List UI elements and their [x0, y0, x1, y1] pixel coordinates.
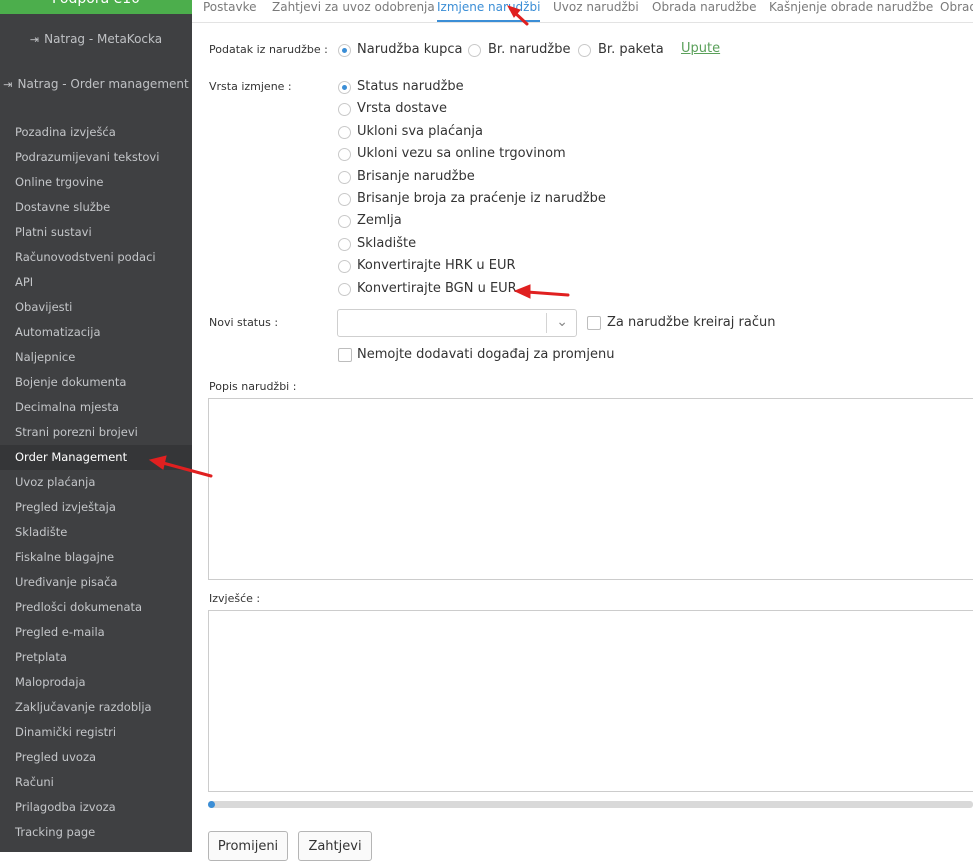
sidebar-item-obavijesti[interactable]: Obavijesti	[0, 295, 192, 320]
radio-change-type-9[interactable]	[338, 282, 351, 296]
radio-change-type-label: Ukloni vezu sa online trgovinom	[357, 146, 566, 162]
progress-indicator	[208, 801, 215, 808]
sidebar-item-dinami-ki-registri[interactable]: Dinamički registri	[0, 720, 192, 745]
sidebar-item-pozadina-izvje-a[interactable]: Pozadina izvješća	[0, 120, 192, 145]
exit-icon: ⇥	[3, 78, 13, 91]
sidebar-item-prilagodba-izvoza[interactable]: Prilagodba izvoza	[0, 795, 192, 820]
sidebar-item-tracking-page[interactable]: Tracking page	[0, 820, 192, 845]
radio-source-number[interactable]	[468, 44, 481, 57]
sidebar-item-uvoz-pla-anja[interactable]: Uvoz plaćanja	[0, 470, 192, 495]
sidebar-item-fiskalne-blagajne[interactable]: Fiskalne blagajne	[0, 545, 192, 570]
tab-postavke[interactable]: Postavke	[203, 0, 256, 14]
tab-uvoz-narudzbi[interactable]: Uvoz narudžbi	[553, 0, 639, 14]
create-invoice-label: Za narudžbe kreiraj račun	[607, 315, 776, 330]
radio-source-order[interactable]	[338, 44, 351, 57]
radio-change-type-label: Zemlja	[357, 213, 402, 229]
order-list-label: Popis narudžbi :	[209, 380, 297, 393]
report-label: Izvješće :	[209, 592, 261, 605]
sidebar-item-maloprodaja[interactable]: Maloprodaja	[0, 670, 192, 695]
no-event-label: Nemojte dodavati događaj za promjenu	[357, 347, 615, 362]
sidebar-item-automatizacija[interactable]: Automatizacija	[0, 320, 192, 345]
no-event-checkbox[interactable]	[338, 348, 352, 362]
radio-source-order-label: Narudžba kupca	[357, 42, 463, 57]
sidebar-item-ra-uni[interactable]: Računi	[0, 770, 192, 795]
change-type-label: Vrsta izmjene :	[209, 80, 292, 93]
radio-change-type-4[interactable]	[338, 170, 351, 184]
sidebar-item-ra-unovodstveni-podaci[interactable]: Računovodstveni podaci	[0, 245, 192, 270]
radio-change-type-label: Vrsta dostave	[357, 101, 447, 117]
radio-change-type-6[interactable]	[338, 215, 351, 229]
sidebar-item-strani-porezni-brojevi[interactable]: Strani porezni brojevi	[0, 420, 192, 445]
chevron-down-icon: ⌄	[556, 314, 568, 330]
radio-change-type-2[interactable]	[338, 125, 351, 139]
radio-change-type-0[interactable]	[338, 81, 351, 94]
sidebar-item-podrazumijevani-tekstovi[interactable]: Podrazumijevani tekstovi	[0, 145, 192, 170]
sidebar-item-predlo-ci-dokumenata[interactable]: Predlošci dokumenata	[0, 595, 192, 620]
support-button[interactable]: Podpora e10	[0, 0, 192, 14]
radio-change-type-label: Konvertirajte BGN u EUR	[357, 280, 517, 296]
radio-source-package[interactable]	[578, 44, 591, 57]
radio-source-package-label: Br. paketa	[598, 42, 664, 57]
sidebar: Podpora e10 ⇥Natrag - MetaKocka ⇥Natrag …	[0, 0, 192, 852]
sidebar-item-skladi-te[interactable]: Skladište	[0, 520, 192, 545]
radio-source-number-label: Br. narudžbe	[488, 42, 571, 57]
radio-change-type-label: Brisanje narudžbe	[357, 168, 475, 184]
radio-change-type-8[interactable]	[338, 260, 351, 274]
sidebar-item-pretplata[interactable]: Pretplata	[0, 645, 192, 670]
sidebar-item-pregled-e-maila[interactable]: Pregled e-maila	[0, 620, 192, 645]
source-label: Podatak iz narudžbe :	[209, 43, 328, 56]
exit-icon: ⇥	[29, 33, 40, 46]
tab-izmjene-narudzbi[interactable]: Izmjene narudžbi	[437, 0, 541, 22]
sidebar-item-online-trgovine[interactable]: Online trgovine	[0, 170, 192, 195]
sidebar-item-order-management[interactable]: Order Management	[0, 445, 192, 470]
sidebar-menu: Pozadina izvješća Podrazumijevani tekstov…	[0, 120, 192, 845]
radio-change-type-label: Brisanje broja za praćenje iz narudžbe	[357, 191, 606, 206]
radio-change-type-5[interactable]	[338, 193, 351, 206]
requests-button[interactable]: Zahtjevi	[298, 831, 372, 861]
sidebar-item-naljepnice[interactable]: Naljepnice	[0, 345, 192, 370]
radio-change-type-label: Konvertirajte HRK u EUR	[357, 258, 516, 274]
sidebar-item-pregled-izvje-taja[interactable]: Pregled izvještaja	[0, 495, 192, 520]
tab-bar: Postavke Zahtjevi za uvoz odobrenja Izmj…	[192, 0, 973, 23]
radio-change-type-7[interactable]	[338, 237, 351, 251]
tab-obrada-more[interactable]: Obrad	[940, 0, 973, 14]
sidebar-item-api[interactable]: API	[0, 270, 192, 295]
sidebar-item-zaklju-avanje-razdoblja[interactable]: Zaključavanje razdoblja	[0, 695, 192, 720]
help-link[interactable]: Upute	[681, 41, 720, 56]
tab-zahtjevi-uvoz[interactable]: Zahtjevi za uvoz odobrenja	[272, 0, 435, 14]
back-metakocka-link[interactable]: ⇥ Natrag - MetaKocka	[0, 32, 192, 46]
sidebar-item-ure-ivanje-pisa-a[interactable]: Uređivanje pisača	[0, 570, 192, 595]
sidebar-item-decimalna-mjesta[interactable]: Decimalna mjesta	[0, 395, 192, 420]
new-status-select[interactable]: ⌄	[337, 309, 577, 337]
sidebar-item-pregled-uvoza[interactable]: Pregled uvoza	[0, 745, 192, 770]
radio-change-type-3[interactable]	[338, 148, 351, 162]
sidebar-item-platni-sustavi[interactable]: Platni sustavi	[0, 220, 192, 245]
sidebar-item-dostavne-slu-be[interactable]: Dostavne službe	[0, 195, 192, 220]
back-order-management-link[interactable]: ⇥ Natrag - Order management	[0, 77, 192, 91]
tab-obrada-narudzbe[interactable]: Obrada narudžbe	[652, 0, 757, 14]
radio-change-type-label: Skladište	[357, 235, 417, 251]
radio-change-type-label: Status narudžbe	[357, 79, 464, 94]
progress-bar	[208, 801, 973, 808]
arrow-bgn-option	[513, 284, 570, 299]
sidebar-item-bojenje-dokumenta[interactable]: Bojenje dokumenta	[0, 370, 192, 395]
report-textarea	[208, 610, 973, 792]
change-button[interactable]: Promijeni	[208, 831, 288, 861]
order-list-textarea[interactable]	[208, 398, 973, 580]
new-status-label: Novi status :	[209, 316, 279, 329]
create-invoice-checkbox[interactable]	[587, 316, 601, 330]
radio-change-type-1[interactable]	[338, 103, 351, 117]
tab-kasnjenje-obrade[interactable]: Kašnjenje obrade narudžbe	[769, 0, 933, 14]
radio-change-type-label: Ukloni sva plaćanja	[357, 123, 483, 139]
